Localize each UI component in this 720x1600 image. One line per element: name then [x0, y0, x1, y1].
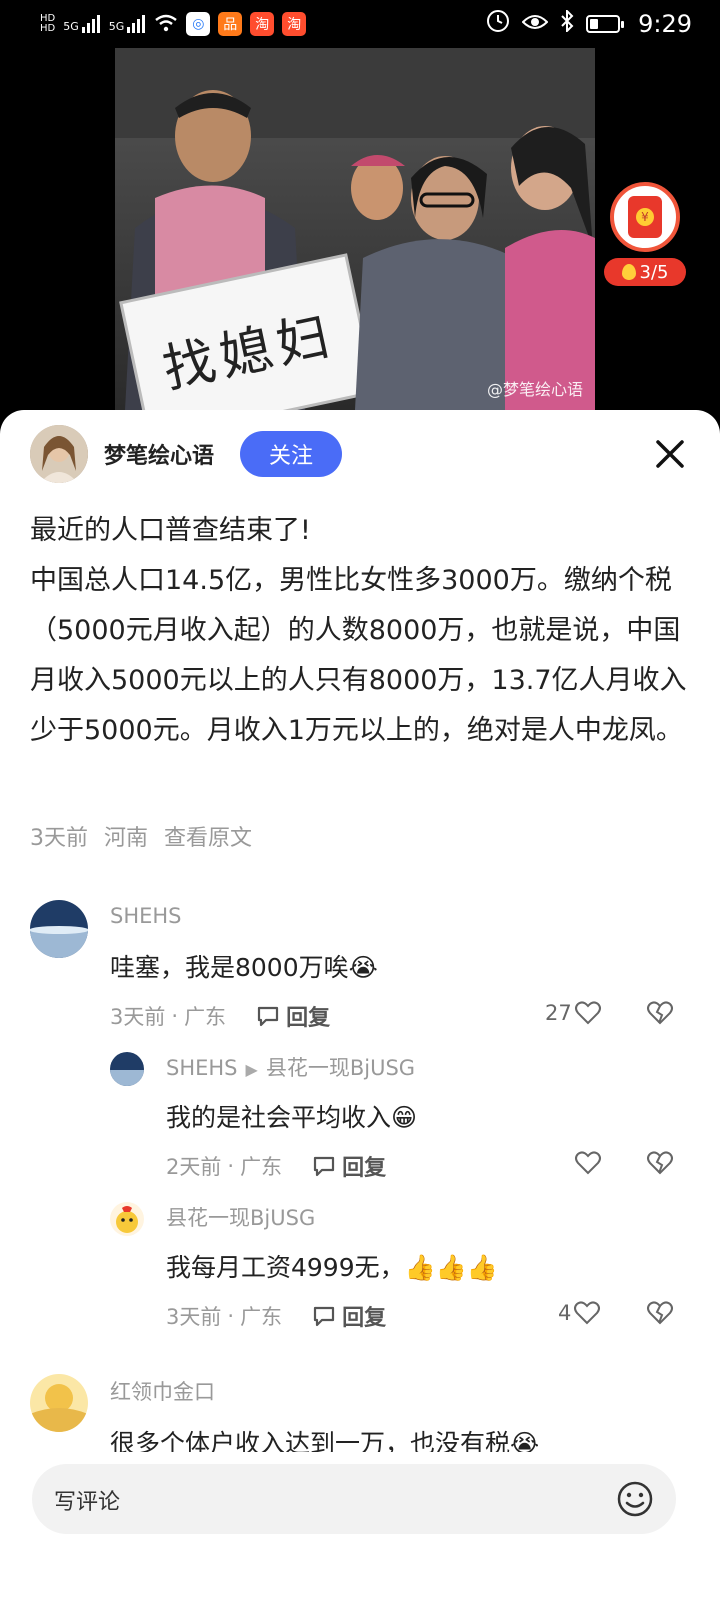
post-meta: 3天前 河南 查看原文 — [30, 820, 252, 852]
wifi-icon — [154, 10, 178, 38]
author-name[interactable]: 梦笔绘心语 — [104, 438, 214, 470]
broken-heart-icon — [647, 1301, 673, 1325]
dislike-button[interactable] — [646, 1150, 674, 1180]
red-packet-reward[interactable]: ¥ 3/5 — [604, 182, 686, 292]
follow-button[interactable]: 关注 — [240, 431, 343, 477]
grinning-emoji: 😁 — [391, 1103, 418, 1132]
reply-meta: 3天前 · 广东 回复 — [166, 1300, 386, 1332]
bluetooth-icon — [560, 8, 574, 38]
replier-avatar[interactable] — [110, 1052, 144, 1086]
comment-meta: 3天前 · 广东 回复 — [110, 1000, 330, 1032]
watermark: @梦笔绘心语 — [486, 380, 583, 399]
close-icon[interactable] — [650, 434, 690, 474]
app-badge-orange-icon: 品 — [218, 12, 243, 36]
like-button[interactable]: 4 — [558, 1300, 601, 1326]
like-button[interactable] — [574, 1150, 602, 1176]
comment-bubble-icon — [313, 1156, 335, 1177]
reply-user-line: SHEHS ▶ 县花一现BjUSG — [166, 1052, 415, 1082]
reply-button[interactable]: 回复 — [312, 1300, 386, 1332]
reply-text: 我的是社会平均收入😁 — [166, 1103, 418, 1132]
commenter-name[interactable]: 红领巾金口 — [110, 1376, 215, 1406]
thumbs-up-emoji: 👍👍👍 — [404, 1253, 499, 1282]
dislike-button[interactable] — [646, 1300, 674, 1330]
reply-text: 我每月工资4999无，👍👍👍 — [166, 1253, 499, 1282]
comment-input-placeholder: 写评论 — [54, 1490, 121, 1515]
commenter-avatar[interactable] — [30, 1374, 88, 1432]
clock: 9:29 — [638, 10, 692, 38]
replier-name[interactable]: 县花一现BjUSG — [166, 1202, 315, 1232]
commenter-avatar[interactable] — [30, 900, 88, 958]
comment-bubble-icon — [257, 1006, 279, 1027]
post-time: 3天前 — [30, 826, 88, 851]
crying-laughing-emoji: 😭 — [348, 953, 378, 982]
heart-icon — [574, 1001, 601, 1025]
like-button[interactable]: 27 — [545, 1000, 602, 1026]
signal-icon-2: 5G — [109, 15, 147, 33]
coin-icon: ¥ — [636, 208, 654, 226]
alarm-icon — [486, 9, 510, 39]
hd-indicator: HD HD — [40, 13, 56, 34]
heart-icon — [574, 1301, 601, 1325]
comment-input[interactable]: 写评论 — [32, 1464, 676, 1534]
emoji-icon[interactable] — [616, 1480, 654, 1522]
post-text: 最近的人口普查结束了! 中国总人口14.5亿，男性比女性多3000万。缴纳个税（… — [30, 515, 687, 746]
dislike-button[interactable] — [646, 1000, 674, 1030]
post-photo[interactable]: 找媳妇 @梦笔绘心语 — [115, 48, 595, 410]
taobao-icon-2: 淘 — [282, 12, 307, 36]
heart-icon — [575, 1151, 601, 1175]
signal-icon: 5G — [63, 15, 101, 33]
reply-meta: 2天前 · 广东 回复 — [166, 1150, 386, 1182]
replier-name[interactable]: SHEHS — [166, 1056, 238, 1080]
broken-heart-icon — [647, 1151, 673, 1175]
view-original-link[interactable]: 查看原文 — [164, 820, 252, 852]
comments-sheet: 梦笔绘心语 关注 最近的人口普查结束了! 中国总人口14.5亿，男性比女性多30… — [0, 410, 720, 1600]
reply-button[interactable]: 回复 — [256, 1000, 330, 1032]
app-badge-browser-icon: ◎ — [186, 12, 211, 36]
red-packet-icon[interactable]: ¥ — [610, 182, 680, 252]
comment-text: 哇塞，我是8000万唉😭 — [110, 953, 378, 982]
reward-progress: 3/5 — [604, 258, 686, 286]
broken-heart-icon — [647, 1001, 673, 1025]
eye-icon — [521, 10, 549, 38]
replier-avatar[interactable] — [110, 1202, 144, 1236]
post-location: 河南 — [104, 826, 149, 851]
reply-to-name[interactable]: 县花一现BjUSG — [266, 1056, 415, 1080]
egg-icon — [621, 264, 636, 280]
reply-button[interactable]: 回复 — [312, 1150, 386, 1182]
comment-bubble-icon — [313, 1306, 335, 1327]
author-row: 梦笔绘心语 关注 — [30, 424, 690, 484]
taobao-icon: 淘 — [250, 12, 275, 36]
reply-arrow-icon: ▶ — [245, 1060, 258, 1079]
status-bar: HD HD 5G 5G ◎ 品 淘 淘 9:29 — [0, 0, 720, 48]
battery-icon — [586, 15, 625, 33]
author-avatar[interactable] — [30, 425, 88, 483]
commenter-name[interactable]: SHEHS — [110, 904, 182, 928]
